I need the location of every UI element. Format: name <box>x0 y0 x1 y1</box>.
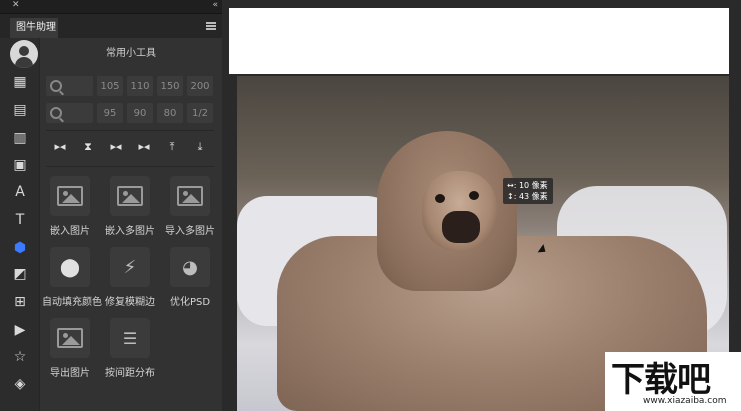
export-image-tool[interactable]: 导出图片 <box>42 318 98 379</box>
panel-topbar: ✕ « <box>0 0 222 14</box>
layout-icon[interactable]: ▤ <box>10 100 30 120</box>
tab-tuniu-assistant[interactable]: 图牛助理 <box>10 18 58 38</box>
layers-icon[interactable]: ◈ <box>10 374 30 394</box>
zoom-in-row: 105 110 150 200 <box>46 76 213 96</box>
mirror-left-icon[interactable]: ▸◂ <box>106 140 126 160</box>
zoom-150-button[interactable]: 150 <box>157 76 183 96</box>
fix-blur-edge-tool[interactable]: ⚡ 修复模糊边 <box>102 247 158 308</box>
divider <box>46 166 214 167</box>
magic-wand-icon: ⚡ <box>110 247 150 287</box>
distribute-spacing-tool[interactable]: ☰ 按间距分布 <box>102 318 158 379</box>
images-import-icon <box>170 176 210 216</box>
embed-multi-image-tool[interactable]: 嵌入多图片 <box>102 176 158 237</box>
columns-icon[interactable]: ▥ <box>10 128 30 148</box>
grid-icon[interactable]: ▦ <box>10 72 30 92</box>
zoom-110-button[interactable]: 110 <box>127 76 153 96</box>
auto-fill-color-tool[interactable]: ⬤ 自动填充颜色 <box>42 247 102 308</box>
zoom-out-row: 95 90 80 1/2 <box>46 103 213 123</box>
embed-image-tool[interactable]: 嵌入图片 <box>42 176 98 237</box>
flip-vertical-icon[interactable]: ⧗ <box>78 140 98 160</box>
crop-icon[interactable]: ▣ <box>10 155 30 175</box>
measure-vertical: ↕: 43 像素 <box>507 192 548 201</box>
watermark-logo: 下载吧 www.xiazaiba.com <box>605 352 741 411</box>
text-icon[interactable]: T <box>10 210 30 230</box>
image-embed-icon <box>50 176 90 216</box>
zoom-105-button[interactable]: 105 <box>97 76 123 96</box>
section-title: 常用小工具 <box>106 48 156 59</box>
distribute-spacing-icon: ☰ <box>110 318 150 358</box>
star-icon[interactable]: ☆ <box>10 347 30 367</box>
zoom-in-button[interactable] <box>46 76 93 96</box>
palette-icon: ◕ <box>170 247 210 287</box>
import-multi-image-tool[interactable]: 导入多图片 <box>162 176 218 237</box>
divider <box>46 130 214 131</box>
measure-tooltip: ↔: 10 像素 ↕: 43 像素 <box>503 178 553 204</box>
zoom-95-button[interactable]: 95 <box>97 103 123 123</box>
text-search-icon[interactable]: A <box>10 182 30 202</box>
zoom-80-button[interactable]: 80 <box>157 103 183 123</box>
collapse-icon[interactable]: « <box>212 0 218 10</box>
images-embed-icon <box>110 176 150 216</box>
align-top-icon[interactable]: ⤒ <box>162 140 182 160</box>
watermark-sub: www.xiazaiba.com <box>643 396 727 406</box>
panel-menu-icon[interactable] <box>206 22 216 30</box>
add-icon[interactable]: ⊞ <box>10 292 30 312</box>
document-canvas[interactable] <box>229 8 729 74</box>
zoom-200-button[interactable]: 200 <box>187 76 213 96</box>
pattern-icon[interactable]: ◩ <box>10 264 30 284</box>
avatar[interactable] <box>10 40 38 68</box>
panel-tabstrip: 图牛助理 <box>0 14 222 38</box>
close-icon[interactable]: ✕ <box>12 0 20 10</box>
flip-horizontal-icon[interactable]: ▸◂ <box>50 140 70 160</box>
cube-icon[interactable]: ⬢ <box>10 238 30 258</box>
align-bottom-icon[interactable]: ⤓ <box>190 140 210 160</box>
align-toolbar: ▸◂ ⧗ ▸◂ ▸◂ ⤒ ⤓ <box>46 140 214 160</box>
jpg-export-icon <box>50 318 90 358</box>
watermark-main: 下载吧 <box>611 360 711 400</box>
play-icon[interactable]: ▶ <box>10 320 30 340</box>
color-fill-icon: ⬤ <box>50 247 90 287</box>
optimize-psd-tool[interactable]: ◕ 优化PSD <box>162 247 218 308</box>
zoom-in-icon <box>50 80 62 92</box>
mirror-right-icon[interactable]: ▸◂ <box>134 140 154 160</box>
zoom-90-button[interactable]: 90 <box>127 103 153 123</box>
zoom-out-button[interactable] <box>46 103 93 123</box>
zoom-out-icon <box>50 107 62 119</box>
measure-horizontal: ↔: 10 像素 <box>507 181 548 190</box>
zoom-half-button[interactable]: 1/2 <box>187 103 213 123</box>
